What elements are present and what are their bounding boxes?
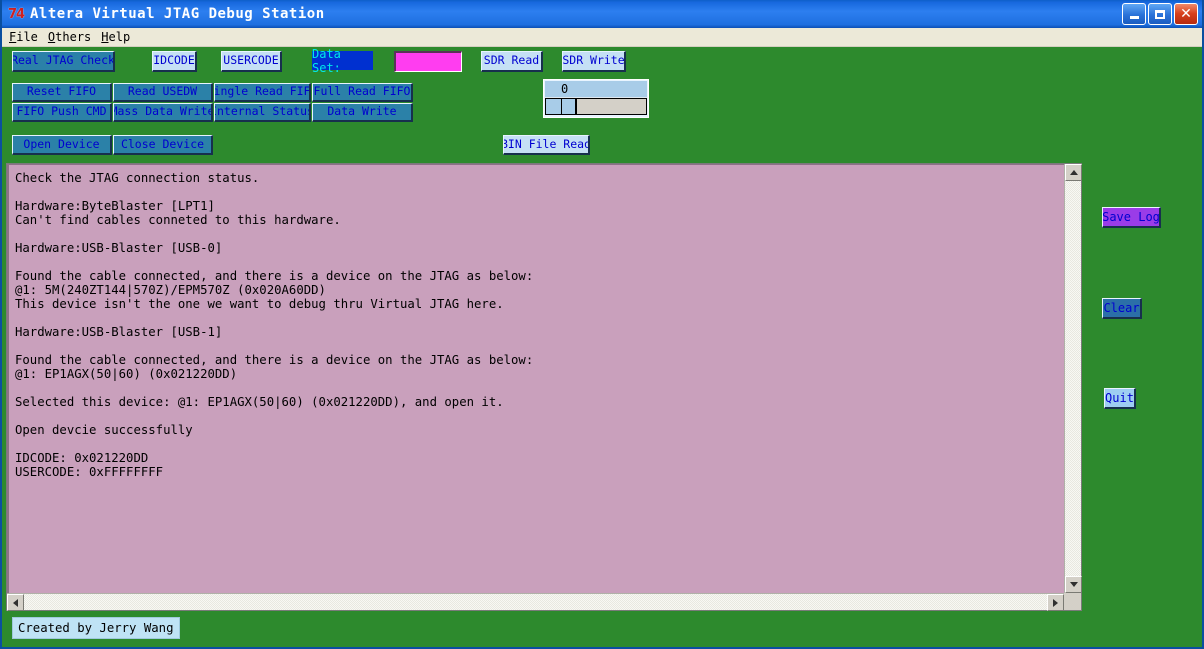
chevron-right-icon — [1053, 598, 1058, 607]
log-textarea[interactable]: Check the JTAG connection status. Hardwa… — [7, 164, 1064, 593]
chevron-down-icon — [1069, 582, 1078, 587]
full-read-fifo-button[interactable]: Full Read FIFO — [312, 83, 413, 102]
scroll-up-button[interactable] — [1065, 164, 1082, 181]
minimize-icon — [1129, 15, 1139, 19]
real-jtag-check-button[interactable]: Real JTAG Check — [12, 51, 115, 72]
fifo-push-cmd-button[interactable]: FIFO Push CMD — [12, 103, 112, 122]
mass-data-write-button[interactable]: Mass Data Write — [113, 103, 213, 122]
idcode-button[interactable]: IDCODE — [152, 51, 197, 72]
maximize-button[interactable] — [1148, 3, 1172, 25]
read-usedw-button[interactable]: Read USEDW — [113, 83, 213, 102]
menu-file[interactable]: File — [7, 29, 46, 45]
application-window: 74 Altera Virtual JTAG Debug Station ✕ F… — [0, 0, 1204, 649]
window-title: Altera Virtual JTAG Debug Station — [30, 6, 325, 22]
menu-help-accel: H — [101, 30, 109, 44]
log-vertical-scrollbar[interactable] — [1064, 164, 1082, 593]
menubar: File Others Help — [2, 28, 1202, 47]
scrollbar-corner — [1064, 593, 1081, 610]
data-write-button[interactable]: Data Write — [312, 103, 413, 122]
menu-others[interactable]: Others — [46, 29, 99, 45]
titlebar: 74 Altera Virtual JTAG Debug Station ✕ — [2, 0, 1202, 28]
reset-fifo-button[interactable]: Reset FIFO — [12, 83, 112, 102]
usercode-button[interactable]: USERCODE — [221, 51, 282, 72]
close-icon: ✕ — [1180, 5, 1192, 22]
menu-help-label: elp — [108, 30, 131, 44]
log-scroll-row: Check the JTAG connection status. Hardwa… — [7, 164, 1082, 593]
toolbar-panel: Real JTAG Check IDCODE USERCODE Data Set… — [2, 47, 1202, 155]
clear-button[interactable]: Clear — [1102, 298, 1142, 319]
log-horizontal-scroll-row — [7, 593, 1081, 611]
chevron-up-icon — [1069, 170, 1078, 175]
slider-thumb[interactable] — [562, 99, 577, 114]
window-controls: ✕ — [1122, 3, 1198, 25]
data-set-input[interactable] — [394, 51, 462, 72]
save-log-button[interactable]: Save Log — [1102, 207, 1161, 228]
data-count-slider[interactable]: 0 — [543, 79, 649, 118]
menu-others-label: thers — [55, 30, 92, 44]
scroll-right-button[interactable] — [1047, 594, 1064, 611]
log-panel: Check the JTAG connection status. Hardwa… — [6, 163, 1082, 611]
minimize-button[interactable] — [1122, 3, 1146, 25]
quit-button[interactable]: Quit — [1104, 388, 1136, 409]
slider-track[interactable] — [545, 98, 647, 115]
slider-value: 0 — [545, 81, 647, 98]
bin-file-read-button[interactable]: BIN File Read — [503, 135, 590, 155]
open-device-button[interactable]: Open Device — [12, 135, 112, 155]
app-icon: 74 — [7, 6, 25, 22]
close-button[interactable]: ✕ — [1174, 3, 1198, 25]
scroll-down-button[interactable] — [1065, 576, 1082, 593]
status-bar: Created by Jerry Wang — [12, 617, 181, 639]
maximize-icon — [1155, 9, 1165, 19]
single-read-fifo-button[interactable]: Single Read FIFO — [214, 83, 311, 102]
slider-left-button[interactable] — [546, 99, 562, 114]
chevron-left-icon — [13, 598, 18, 607]
menu-file-label: ile — [16, 30, 38, 44]
sdr-write-button[interactable]: SDR Write — [562, 51, 626, 72]
data-set-label: Data Set: — [312, 47, 373, 75]
scroll-left-button[interactable] — [7, 594, 24, 611]
internal-status-button[interactable]: Internal Status — [214, 103, 311, 122]
sdr-read-button[interactable]: SDR Read — [481, 51, 543, 72]
menu-help[interactable]: Help — [99, 29, 138, 45]
close-device-button[interactable]: Close Device — [113, 135, 213, 155]
log-horizontal-scrollbar[interactable] — [7, 593, 1064, 611]
